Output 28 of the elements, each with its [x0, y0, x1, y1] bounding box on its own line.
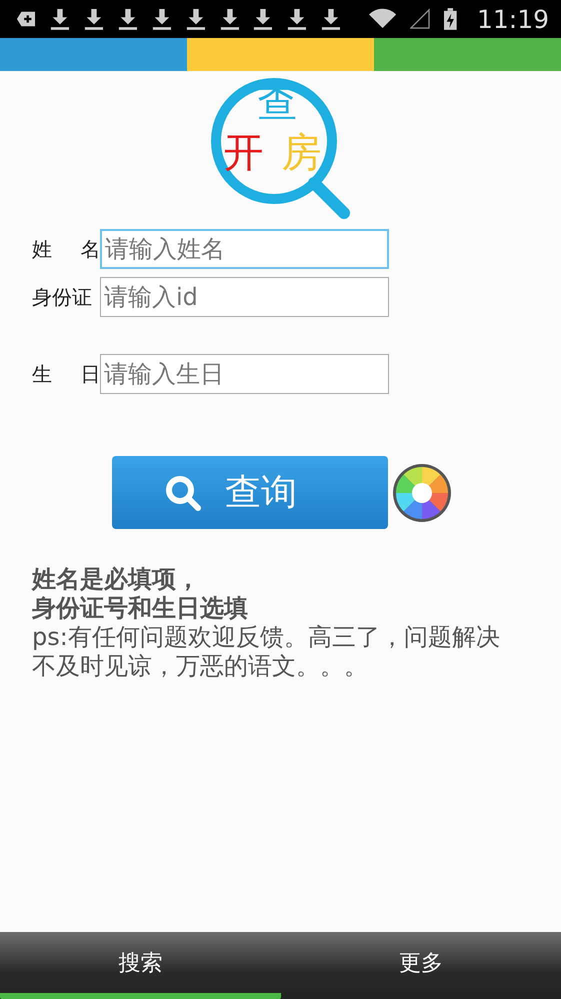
- status-time: 11:19: [476, 4, 550, 34]
- notification-icon: [16, 10, 36, 28]
- input-field[interactable]: 请输入id: [100, 277, 389, 317]
- download-icon: [220, 6, 240, 32]
- notes-text: 身份证号和生日选填: [32, 594, 249, 623]
- field-label: 身份证: [32, 284, 93, 310]
- download-icon: [321, 6, 342, 32]
- field-label: 姓 名: [32, 236, 100, 262]
- download-icon: [186, 6, 206, 32]
- download-icon: [253, 6, 274, 32]
- wifi-icon: [369, 8, 396, 30]
- field-label: 生 日: [32, 360, 100, 388]
- signal-icon: [410, 8, 430, 30]
- logo-character: 房: [282, 133, 322, 173]
- tab[interactable]: 搜索: [0, 932, 280, 999]
- download-icon: [287, 6, 308, 32]
- download-icon: [50, 6, 70, 32]
- download-icon: [84, 6, 104, 32]
- input-field[interactable]: 请输入姓名: [100, 229, 389, 269]
- notes-text: 姓名是必填项，: [32, 565, 201, 594]
- download-icon: [152, 6, 172, 32]
- notes-text: ps:有任何问题欢迎反馈。高三了，问题解决不及时见谅，万恶的语文。。。: [32, 623, 501, 681]
- download-icon: [118, 6, 138, 32]
- aperture-icon[interactable]: [392, 462, 452, 522]
- input-field[interactable]: 请输入生日: [100, 354, 389, 394]
- battery-icon: [444, 7, 457, 31]
- tab[interactable]: 更多: [280, 932, 561, 999]
- logo-character: 开: [224, 133, 264, 173]
